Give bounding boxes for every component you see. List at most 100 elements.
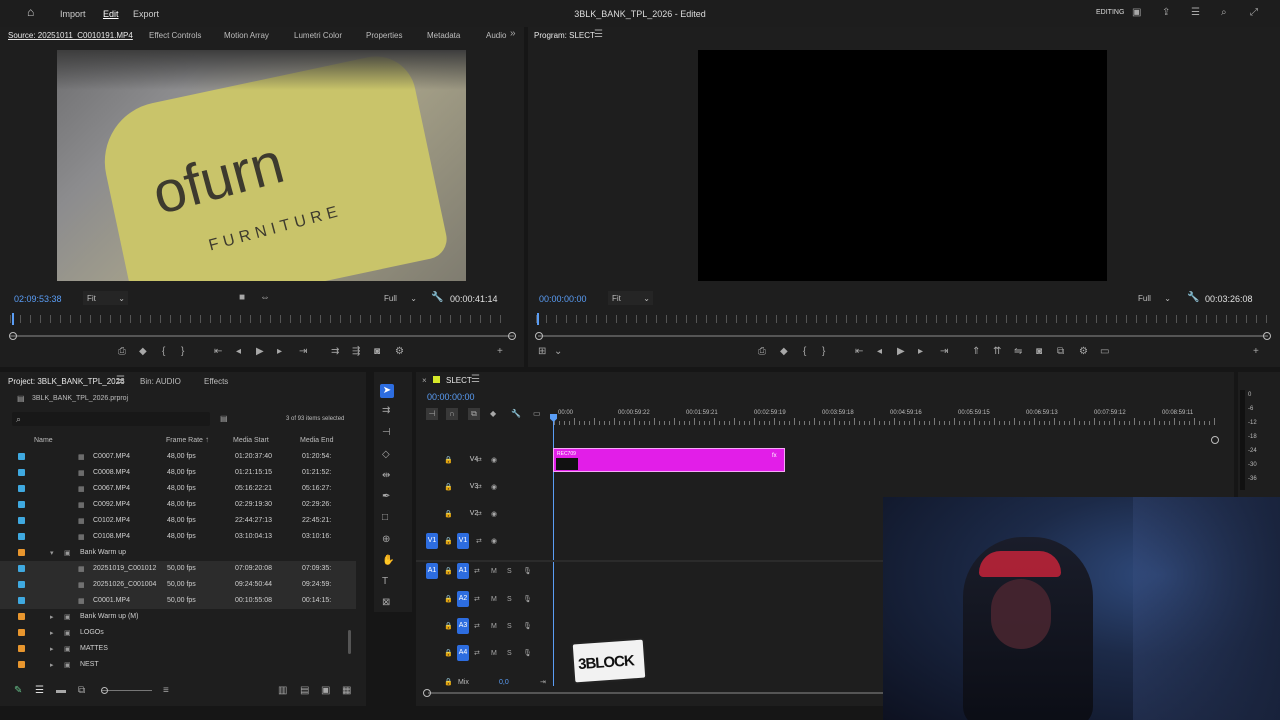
zoom-slider[interactable]: [102, 690, 152, 691]
label-color-chip[interactable]: [18, 597, 25, 604]
panels-icon[interactable]: ☰: [1191, 8, 1200, 18]
sequence-title[interactable]: SLECT: [446, 376, 472, 385]
razor-icon[interactable]: ◇: [382, 450, 390, 460]
lock-icon[interactable]: 🔒: [444, 456, 453, 466]
label-color-chip[interactable]: [18, 661, 25, 668]
column-media-end[interactable]: Media End: [300, 437, 333, 444]
disclosure-triangle-icon[interactable]: ▾: [50, 549, 54, 557]
sync-lock-icon[interactable]: ⇄: [474, 567, 480, 577]
list-item[interactable]: ▣ ▸ LOGOs: [0, 625, 356, 641]
wrench-icon[interactable]: 🔧: [431, 293, 443, 303]
program-camera-icon[interactable]: ◙: [1036, 347, 1042, 357]
list-item[interactable]: ▦ C0001.MP4 50,00 fps 00:10:55:08 00:14:15:: [0, 593, 356, 609]
overwrite-icon[interactable]: ⇶: [352, 347, 360, 357]
program-ruler[interactable]: [536, 315, 1271, 323]
mute-icon[interactable]: M: [491, 622, 497, 632]
label-color-chip[interactable]: [18, 629, 25, 636]
track-target-a1[interactable]: A1: [457, 563, 469, 579]
mix-value[interactable]: 0,0: [499, 679, 509, 686]
more-tabs-icon[interactable]: »: [510, 29, 516, 39]
disclosure-triangle-icon[interactable]: ▸: [50, 645, 54, 653]
mic-icon[interactable]: 🎙: [523, 595, 532, 605]
program-timecode[interactable]: 00:00:00:00: [539, 294, 587, 304]
list-item[interactable]: ▦ C0008.MP4 48,00 fps 01:21:15:15 01:21:52:: [0, 465, 356, 481]
solo-icon[interactable]: S: [507, 649, 512, 659]
lock-icon[interactable]: 🔒: [444, 567, 453, 577]
solo-icon[interactable]: S: [507, 567, 512, 577]
selection-tool-icon[interactable]: ➤: [380, 384, 394, 398]
source-fit-select[interactable]: Fit ⌄: [83, 291, 128, 305]
program-step-forward-icon[interactable]: ▸: [918, 347, 923, 357]
list-item[interactable]: ▦ C0108.MP4 48,00 fps 03:10:04:13 03:10:16:: [0, 529, 356, 545]
label-color-chip[interactable]: [18, 549, 25, 556]
timeline-vscroll[interactable]: [1211, 436, 1219, 444]
track-target-a2[interactable]: A2: [457, 591, 469, 607]
pen-icon[interactable]: ✒: [382, 492, 390, 502]
timeline-timecode[interactable]: 00:00:00:00: [427, 392, 475, 402]
program-dropdown-icon[interactable]: ⌄: [554, 347, 562, 357]
disclosure-triangle-icon[interactable]: ▸: [50, 661, 54, 669]
list-item[interactable]: ▣ ▸ NEST: [0, 657, 356, 669]
icon-view-icon[interactable]: ▬: [56, 686, 66, 696]
source-ruler[interactable]: [10, 315, 510, 323]
safe-margins-icon[interactable]: ▭: [1100, 347, 1109, 357]
tab-bin-audio[interactable]: Bin: AUDIO: [140, 377, 181, 386]
mix-end-icon[interactable]: ⇥: [540, 678, 546, 688]
source-patch-v1[interactable]: V1: [426, 533, 438, 549]
sync-lock-icon[interactable]: ⇄: [474, 649, 480, 659]
track-select-icon[interactable]: ⇉: [382, 406, 390, 416]
mute-icon[interactable]: M: [491, 567, 497, 577]
extract-icon[interactable]: ⇈: [993, 347, 1001, 357]
insert-icon[interactable]: ⎙: [118, 347, 126, 357]
pencil-icon[interactable]: ✎: [14, 686, 22, 696]
compare-icon[interactable]: ⧉: [1057, 347, 1064, 357]
project-scrollbar[interactable]: [348, 630, 351, 654]
track-target-a3[interactable]: A3: [457, 618, 469, 634]
rectangle-icon[interactable]: □: [382, 513, 388, 523]
search-input[interactable]: [12, 412, 210, 426]
solo-icon[interactable]: S: [507, 622, 512, 632]
sort-icon[interactable]: ≡: [163, 686, 169, 696]
play-icon[interactable]: ▶: [256, 347, 264, 357]
source-patch-a1[interactable]: A1: [426, 563, 438, 579]
new-item-icon[interactable]: ▦: [342, 686, 351, 696]
camera-icon[interactable]: ◙: [374, 347, 380, 357]
menu-edit[interactable]: Edit: [103, 9, 119, 19]
clip-rec709[interactable]: REC709 fx: [553, 448, 785, 472]
workspaces-icon[interactable]: ▣: [1132, 8, 1141, 18]
program-goto-out-icon[interactable]: ⇥: [940, 347, 948, 357]
program-menu-icon[interactable]: ☰: [594, 30, 603, 40]
list-item[interactable]: ▦ C0092.MP4 48,00 fps 02:29:19:30 02:29:26:: [0, 497, 356, 513]
captions-icon[interactable]: ▭: [533, 409, 541, 419]
export-frame-icon[interactable]: ■: [239, 293, 245, 303]
sync-lock-icon[interactable]: ⇄: [476, 483, 482, 493]
tab-project[interactable]: Project: 3BLK_BANK_TPL_2026: [8, 377, 125, 386]
program-fit-select[interactable]: Fit ⌄: [608, 291, 653, 305]
lock-icon[interactable]: 🔒: [444, 483, 453, 493]
list-item[interactable]: ▦ C0007.MP4 48,00 fps 01:20:37:40 01:20:54:: [0, 449, 356, 465]
lock-icon[interactable]: 🔒: [444, 595, 453, 605]
magnet-icon[interactable]: ∩: [446, 408, 458, 420]
solo-icon[interactable]: S: [507, 595, 512, 605]
label-color-chip[interactable]: [18, 517, 25, 524]
column-frame-rate[interactable]: Frame Rate: [166, 437, 203, 444]
program-mark-in-icon[interactable]: {: [803, 347, 806, 357]
track-target-v1[interactable]: V1: [457, 533, 469, 549]
sync-lock-icon[interactable]: ⇄: [476, 537, 482, 547]
label-color-chip[interactable]: [18, 565, 25, 572]
program-settings-icon[interactable]: ⊞: [538, 347, 546, 357]
lock-icon[interactable]: 🔒: [444, 622, 453, 632]
eye-icon[interactable]: ◉: [491, 537, 497, 547]
sync-lock-icon[interactable]: ⇄: [476, 456, 482, 466]
new-bin-from-search-icon[interactable]: ▤: [220, 414, 228, 424]
source-timecode[interactable]: 02:09:53:38: [14, 294, 62, 304]
hand-tool-icon[interactable]: ✋: [382, 556, 394, 566]
insert-clip-icon[interactable]: ⇉: [331, 347, 339, 357]
tab-effect-controls[interactable]: Effect Controls: [149, 31, 201, 40]
mic-icon[interactable]: 🎙: [523, 649, 532, 659]
mic-icon[interactable]: 🎙: [523, 567, 532, 577]
lift-icon[interactable]: ⇑: [972, 347, 980, 357]
lock-icon[interactable]: 🔒: [444, 649, 453, 659]
program-quality-select[interactable]: Full ⌄: [1134, 291, 1174, 305]
marker-icon[interactable]: ◆: [139, 347, 147, 357]
